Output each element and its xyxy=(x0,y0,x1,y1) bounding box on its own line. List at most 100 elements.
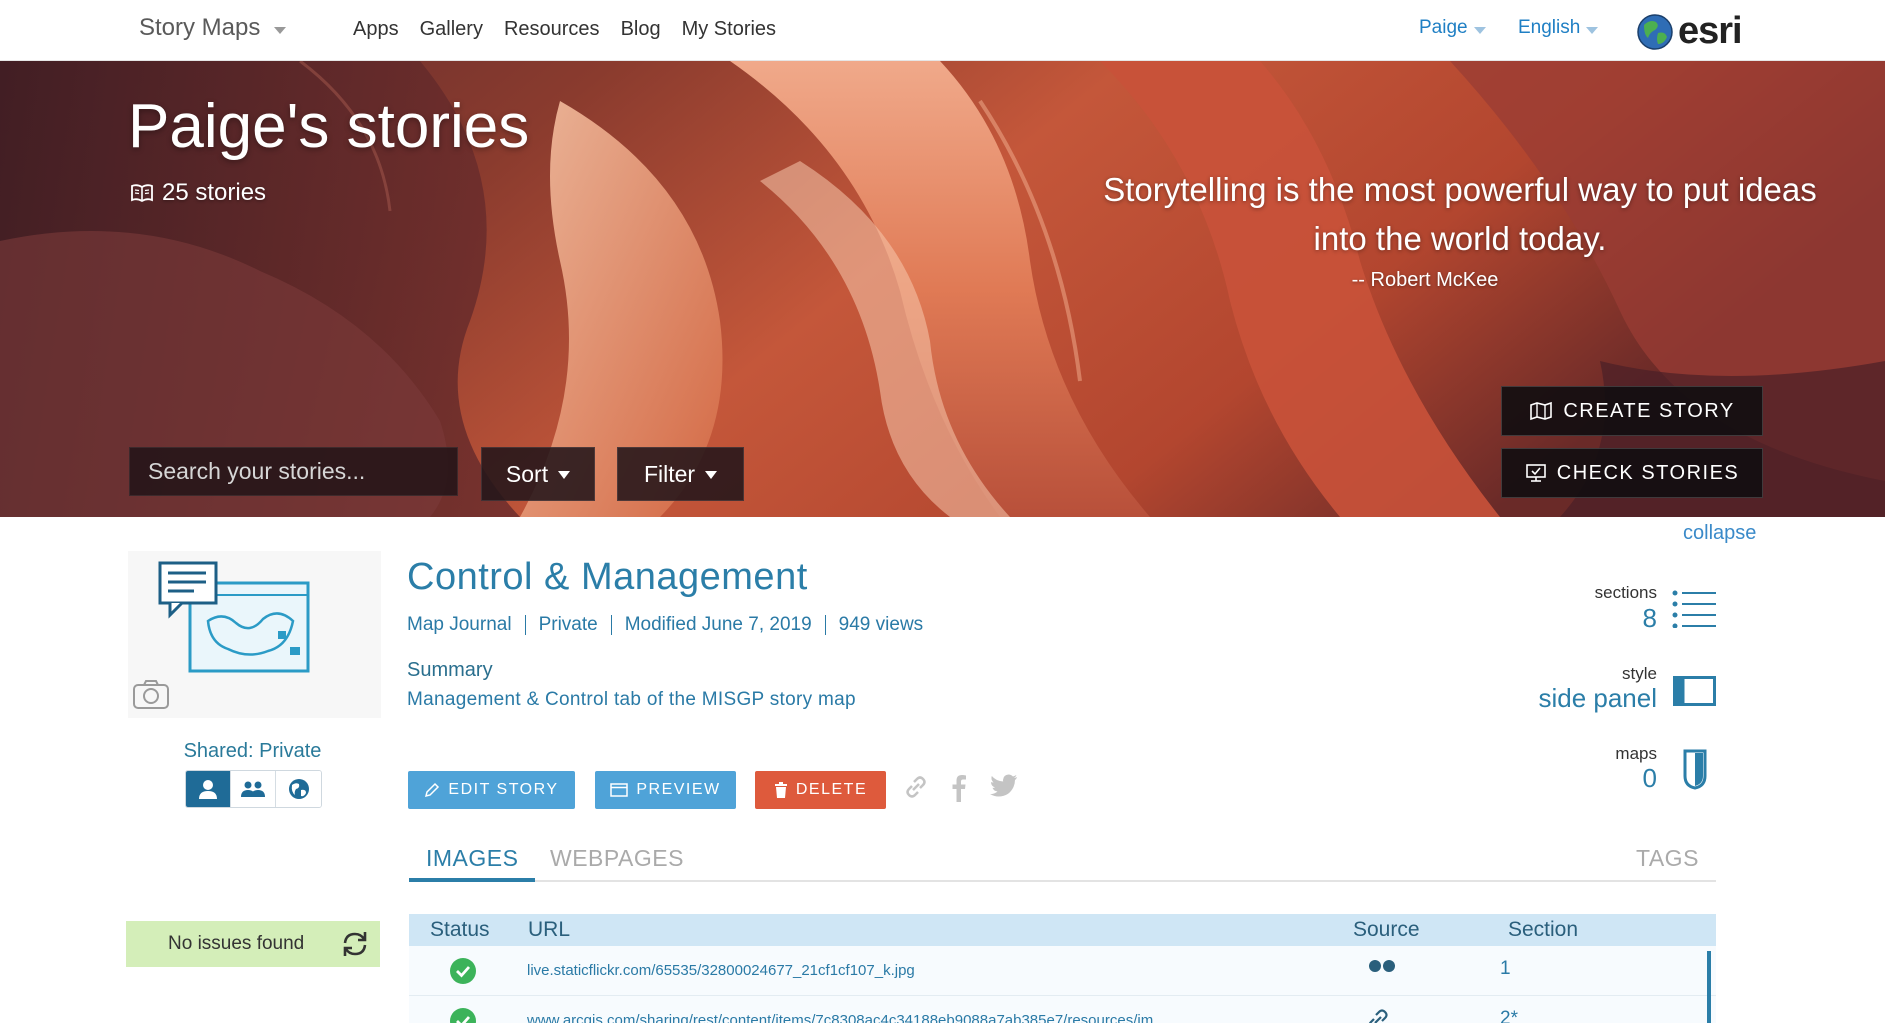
story-views: 949 views xyxy=(838,614,924,635)
check-stories-label: CHECK STORIES xyxy=(1556,461,1740,484)
copy-link-button[interactable] xyxy=(903,774,929,805)
story-type: Map Journal xyxy=(407,614,512,635)
source-flickr-icon xyxy=(1367,959,1397,978)
nav-link-gallery[interactable]: Gallery xyxy=(420,18,483,41)
user-menu[interactable]: Paige xyxy=(1419,17,1486,39)
top-navigation: Story Maps Apps Gallery Resources Blog M… xyxy=(0,0,1885,61)
story-count-label: 25 stories xyxy=(162,179,267,206)
nav-link-resources[interactable]: Resources xyxy=(504,18,600,41)
search-input[interactable] xyxy=(129,447,458,496)
check-circle-icon xyxy=(450,958,476,984)
link-icon xyxy=(906,776,926,798)
user-menu-label: Paige xyxy=(1419,17,1468,38)
tab-images[interactable]: IMAGES xyxy=(426,845,518,872)
hero-banner: Paige's stories 25 stories Storytelling … xyxy=(0,61,1885,517)
column-header-status[interactable]: Status xyxy=(430,918,490,942)
share-facebook-button[interactable] xyxy=(951,774,967,807)
share-public-button[interactable] xyxy=(276,771,321,807)
preview-button[interactable]: PREVIEW xyxy=(595,771,736,809)
share-organization-button[interactable] xyxy=(231,771,276,807)
table-header: Status URL Source Section xyxy=(409,914,1716,946)
brand-menu[interactable]: Story Maps xyxy=(139,14,287,42)
caret-down-icon xyxy=(705,471,718,479)
side-panel-icon xyxy=(1673,676,1716,706)
collapse-link[interactable]: collapse xyxy=(1683,522,1756,545)
summary-label: Summary xyxy=(407,659,493,681)
filter-button[interactable]: Filter xyxy=(617,447,744,501)
hero-quote: Storytelling is the most powerful way to… xyxy=(1103,171,1817,257)
map-book-icon xyxy=(1530,401,1553,421)
image-url[interactable]: live.staticflickr.com/65535/32800024677_… xyxy=(527,962,915,979)
check-status-label: No issues found xyxy=(168,933,305,954)
story-title[interactable]: Control & Management xyxy=(407,556,808,599)
filter-button-label: Filter xyxy=(643,460,696,487)
delete-label: DELETE xyxy=(795,781,868,798)
list-icon xyxy=(1672,590,1716,628)
table-scrollbar[interactable] xyxy=(1707,951,1711,1023)
table-row[interactable]: live.staticflickr.com/65535/32800024677_… xyxy=(409,946,1716,996)
map-pin-icon xyxy=(1683,749,1707,790)
column-header-source[interactable]: Source xyxy=(1353,918,1420,942)
flickr-icon xyxy=(1369,960,1395,972)
camera-icon xyxy=(133,680,169,709)
esri-logo[interactable]: esri xyxy=(1636,10,1743,53)
image-section: 1 xyxy=(1500,958,1511,979)
page-title: Paige's stories xyxy=(128,92,530,161)
divider xyxy=(824,615,826,635)
status-ok-icon xyxy=(449,957,477,990)
share-twitter-button[interactable] xyxy=(990,774,1018,803)
book-icon xyxy=(131,184,153,203)
link-icon xyxy=(1368,1009,1388,1023)
shared-status: Shared: Private xyxy=(183,740,322,762)
sharing-toggle xyxy=(185,770,322,808)
edit-story-button[interactable]: EDIT STORY xyxy=(408,771,575,809)
check-status-badge: No issues found xyxy=(126,921,380,967)
user-icon xyxy=(199,780,217,799)
language-menu[interactable]: English xyxy=(1518,17,1599,39)
esri-logo-text: esri xyxy=(1678,10,1743,52)
recheck-button[interactable] xyxy=(340,930,370,964)
sort-button[interactable]: Sort xyxy=(481,447,595,501)
image-url[interactable]: www.arcgis.com/sharing/rest/content/item… xyxy=(527,1012,1166,1023)
window-icon xyxy=(610,783,629,797)
delete-button[interactable]: DELETE xyxy=(755,771,886,809)
check-stories-button[interactable]: CHECK STORIES xyxy=(1501,448,1763,498)
nav-link-my-stories[interactable]: My Stories xyxy=(682,18,776,41)
maps-value: 0 xyxy=(1642,763,1657,793)
chevron-down-icon xyxy=(274,26,287,34)
image-section: 2* xyxy=(1500,1008,1518,1023)
globe-icon xyxy=(1637,13,1673,50)
story-modified: Modified June 7, 2019 xyxy=(624,614,812,635)
refresh-icon xyxy=(343,932,367,956)
column-header-url[interactable]: URL xyxy=(528,918,570,942)
facebook-icon xyxy=(952,775,966,802)
check-circle-icon xyxy=(450,1008,476,1023)
story-meta: Map Journal Private Modified June 7, 201… xyxy=(407,614,923,636)
sections-label: sections xyxy=(1594,583,1657,602)
sort-button-label: Sort xyxy=(505,460,549,487)
summary-text: Management & Control tab of the MISGP st… xyxy=(407,689,856,710)
story-access: Private xyxy=(538,614,598,635)
create-story-label: CREATE STORY xyxy=(1563,399,1735,422)
divider xyxy=(524,615,526,635)
nav-links: Apps Gallery Resources Blog My Stories xyxy=(353,18,776,41)
tab-tags[interactable]: TAGS xyxy=(1636,845,1699,872)
monitor-check-icon xyxy=(1525,464,1546,482)
tab-bar: IMAGES WEBPAGES TAGS xyxy=(409,830,1716,882)
globe-icon xyxy=(288,779,309,799)
twitter-icon xyxy=(990,774,1017,797)
maps-label: maps xyxy=(1615,744,1657,763)
nav-link-blog[interactable]: Blog xyxy=(621,18,661,41)
create-story-button[interactable]: CREATE STORY xyxy=(1501,386,1763,436)
hero-quote-author: -- Robert McKee xyxy=(1351,269,1499,291)
table-row[interactable]: www.arcgis.com/sharing/rest/content/item… xyxy=(409,996,1716,1023)
tab-webpages[interactable]: WEBPAGES xyxy=(550,845,684,872)
chevron-down-icon xyxy=(1586,26,1599,34)
images-table: Status URL Source Section live.staticfli… xyxy=(409,914,1716,1023)
divider xyxy=(610,615,612,635)
share-private-button[interactable] xyxy=(186,771,231,807)
change-thumbnail-button[interactable] xyxy=(132,678,170,715)
story-count: 25 stories xyxy=(130,179,266,207)
column-header-section[interactable]: Section xyxy=(1508,918,1578,942)
nav-link-apps[interactable]: Apps xyxy=(353,18,399,41)
